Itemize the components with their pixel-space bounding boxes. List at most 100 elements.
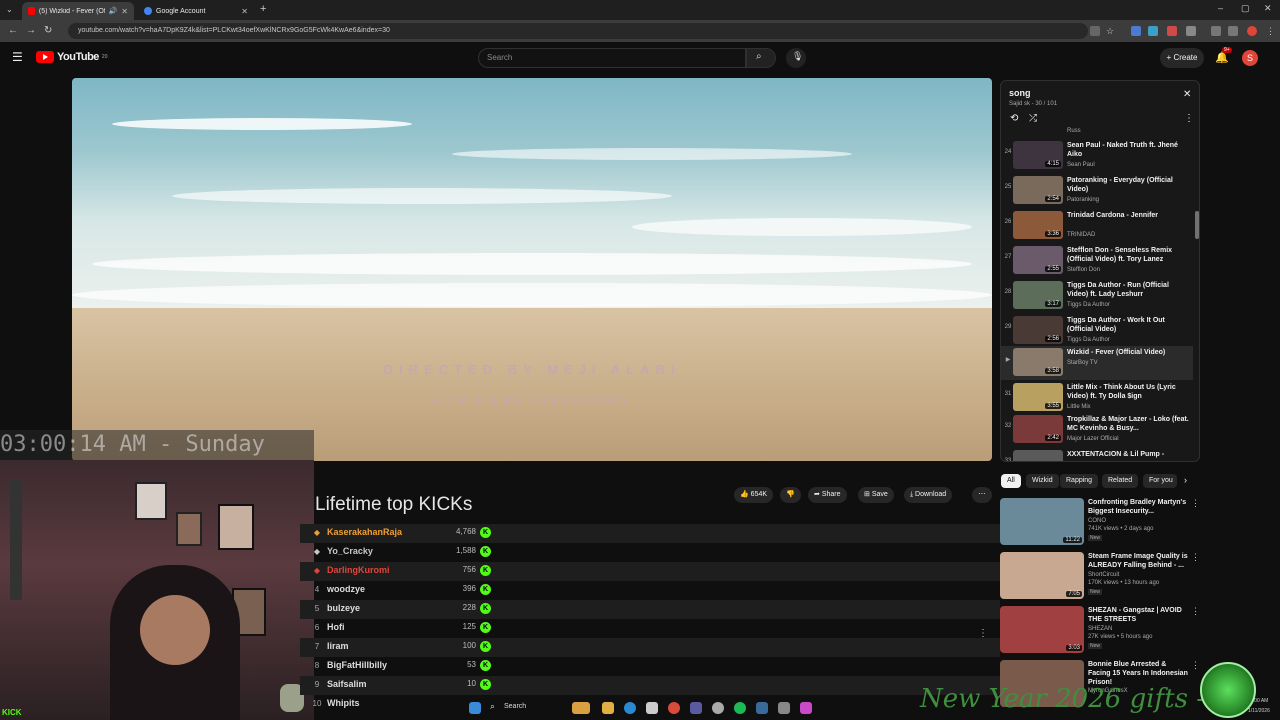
more-options-icon[interactable]: ⋮ xyxy=(1191,552,1200,563)
video-thumbnail: 11:22 xyxy=(1000,498,1084,545)
recommended-video[interactable]: 7:05 Steam Frame Image Quality is ALREAD… xyxy=(1000,552,1200,604)
recommended-video[interactable]: 3:03 SHEZAN - Gangstaz | AVOID THE STREE… xyxy=(1000,606,1200,658)
download-label: Download xyxy=(915,491,947,498)
tab-youtube[interactable]: (5) Wizkid - Fever (Official V 🔊 ✕ xyxy=(22,2,134,20)
menu-icon[interactable]: ⋮ xyxy=(1266,26,1276,36)
rec-meta: 27K views • 5 hours ago xyxy=(1088,634,1153,640)
playlist-item[interactable]: 32 2:42 Tropkillaz & Major Lazer - Loko … xyxy=(1001,413,1193,447)
extension-icon[interactable] xyxy=(1131,26,1141,36)
extension-icon[interactable] xyxy=(1148,26,1158,36)
chips-next-icon[interactable]: › xyxy=(1184,475,1187,485)
playlist-item[interactable]: 24 4:15 Sean Paul - Naked Truth ft. Jhen… xyxy=(1001,139,1193,173)
extension-icon[interactable] xyxy=(1186,26,1196,36)
tab-search-icon[interactable]: ⌄ xyxy=(6,5,13,14)
kick-coin-icon: K xyxy=(480,622,491,633)
maximize-icon[interactable]: ▢ xyxy=(1241,3,1250,14)
leaderboard-count: 396 xyxy=(462,584,476,593)
kick-coin-icon: K xyxy=(480,546,491,557)
search-button[interactable]: ⌕ xyxy=(746,48,776,68)
chip-for-you[interactable]: For you xyxy=(1143,474,1177,488)
duration-badge: 3:58 xyxy=(1045,368,1061,374)
more-options-icon[interactable]: ⋮ xyxy=(1191,660,1200,671)
create-button[interactable]: + Create xyxy=(1160,48,1204,68)
playlist-title[interactable]: song xyxy=(1009,88,1031,98)
file-explorer-icon[interactable] xyxy=(602,702,614,714)
install-icon[interactable] xyxy=(1090,26,1100,36)
download-icon[interactable] xyxy=(1211,26,1221,36)
kick-coin-icon: K xyxy=(480,679,491,690)
back-icon[interactable]: ← xyxy=(8,25,18,36)
chip-rapping[interactable]: Rapping xyxy=(1060,474,1099,488)
more-options-icon[interactable]: ⋮ xyxy=(1191,606,1200,617)
url-field[interactable]: youtube.com/watch?v=haA7DpK9Z4k&list=PLC… xyxy=(68,23,1088,39)
hamburger-menu-icon[interactable]: ☰ xyxy=(12,50,23,64)
shuffle-icon[interactable]: ⤮ xyxy=(1029,113,1037,124)
comments-more-icon[interactable]: ⋮ xyxy=(978,628,988,639)
wave-foam xyxy=(92,253,972,275)
playlist-item[interactable]: 31 3:55 Little Mix - Think About Us (Lyr… xyxy=(1001,381,1193,415)
windows-taskbar: ⌕ Search xyxy=(460,698,820,718)
close-tab-icon[interactable]: ✕ xyxy=(241,7,248,16)
playlist-item[interactable]: 26 3:36 Trinidad Cardona - Jennifer TRIN… xyxy=(1001,209,1193,243)
search-icon: ⌕ xyxy=(756,51,762,62)
account-avatar[interactable]: S xyxy=(1242,50,1258,66)
new-tab-icon[interactable]: + xyxy=(260,3,266,15)
playlist-item[interactable]: 28 3:17 Tiggs Da Author - Run (Official … xyxy=(1001,279,1193,313)
extension-icon[interactable] xyxy=(1167,26,1177,36)
more-options-icon[interactable]: ⋮ xyxy=(1191,498,1200,509)
app-icon[interactable] xyxy=(778,702,790,714)
video-thumbnail: 2:56 xyxy=(1013,316,1063,344)
store-icon[interactable] xyxy=(646,702,658,714)
playlist-more-icon[interactable]: ⋮ xyxy=(1184,113,1194,124)
download-button[interactable]: ⤓ Download xyxy=(904,487,953,503)
chip-wizkid[interactable]: Wizkid xyxy=(1026,474,1059,488)
minimize-icon[interactable]: – xyxy=(1218,3,1223,13)
duration-badge: 4:15 xyxy=(1045,161,1061,167)
bookmark-star-icon[interactable]: ☆ xyxy=(1106,26,1116,36)
playlist-item[interactable]: 25 2:54 Patoranking - Everyday (Official… xyxy=(1001,174,1193,208)
leaderboard-row: ◆ DarlingKuromi 756 K xyxy=(300,562,1000,581)
app-icon[interactable] xyxy=(712,702,724,714)
youtube-logo[interactable]: YouTube 20 xyxy=(36,51,107,63)
app-icon[interactable] xyxy=(690,702,702,714)
playlist-item-current[interactable]: ▶ 3:58 Wizkid - Fever (Official Video) S… xyxy=(1001,346,1193,380)
video-player[interactable]: DIRECTED BY MEJI ALABI A JM FILMS PRODUC… xyxy=(72,78,992,461)
duration-badge: 2:56 xyxy=(1045,336,1061,342)
chrome-icon[interactable] xyxy=(668,702,680,714)
playlist-item[interactable]: 29 2:56 Tiggs Da Author - Work It Out (O… xyxy=(1001,314,1193,348)
leaderboard-rank: 10 xyxy=(312,699,322,708)
loop-icon[interactable]: ⟲ xyxy=(1010,113,1018,124)
app-icon[interactable] xyxy=(800,702,812,714)
more-actions-button[interactable]: ⋯ xyxy=(972,487,992,503)
close-playlist-icon[interactable]: ✕ xyxy=(1183,89,1191,100)
playlist-scrollbar[interactable] xyxy=(1195,211,1199,239)
playlist-item[interactable]: 33 XXXTENTACION & Lil Pump - xyxy=(1001,448,1193,461)
profile-avatar[interactable] xyxy=(1247,26,1257,36)
reload-icon[interactable]: ↻ xyxy=(44,25,52,36)
rec-channel: ShortCircuit xyxy=(1088,572,1120,578)
search-input[interactable]: Search xyxy=(478,48,746,68)
taskbar-search-label[interactable]: Search xyxy=(504,703,526,710)
edge-icon[interactable] xyxy=(624,702,636,714)
like-button[interactable]: 👍 654K xyxy=(734,487,774,503)
share-button[interactable]: ➦ Share xyxy=(808,487,847,503)
region-code: 20 xyxy=(101,54,108,60)
save-button[interactable]: ⊞ Save xyxy=(858,487,894,503)
recommended-video[interactable]: 11:22 Confronting Bradley Martyn's Bigge… xyxy=(1000,498,1200,550)
widget-icon[interactable] xyxy=(572,702,590,714)
windows-start-icon[interactable] xyxy=(469,702,481,714)
sidepanel-icon[interactable] xyxy=(1228,26,1238,36)
spotify-icon[interactable] xyxy=(734,702,746,714)
playlist-item[interactable]: 27 2:55 Stefflon Don - Senseless Remix (… xyxy=(1001,244,1193,278)
chip-all[interactable]: All xyxy=(1001,474,1021,488)
chip-related[interactable]: Related xyxy=(1102,474,1139,488)
dislike-button[interactable]: 👎 xyxy=(780,487,801,503)
close-tab-icon[interactable]: ✕ xyxy=(121,7,128,16)
forward-icon[interactable]: → xyxy=(26,25,36,36)
tab-google-account[interactable]: Google Account ✕ xyxy=(138,2,254,20)
video-thumbnail: 3:58 xyxy=(1013,348,1063,376)
voice-search-button[interactable]: 🎙 xyxy=(786,48,806,68)
steam-icon[interactable] xyxy=(756,702,768,714)
taskbar-search-icon[interactable]: ⌕ xyxy=(490,701,495,712)
close-window-icon[interactable]: ✕ xyxy=(1264,3,1272,14)
